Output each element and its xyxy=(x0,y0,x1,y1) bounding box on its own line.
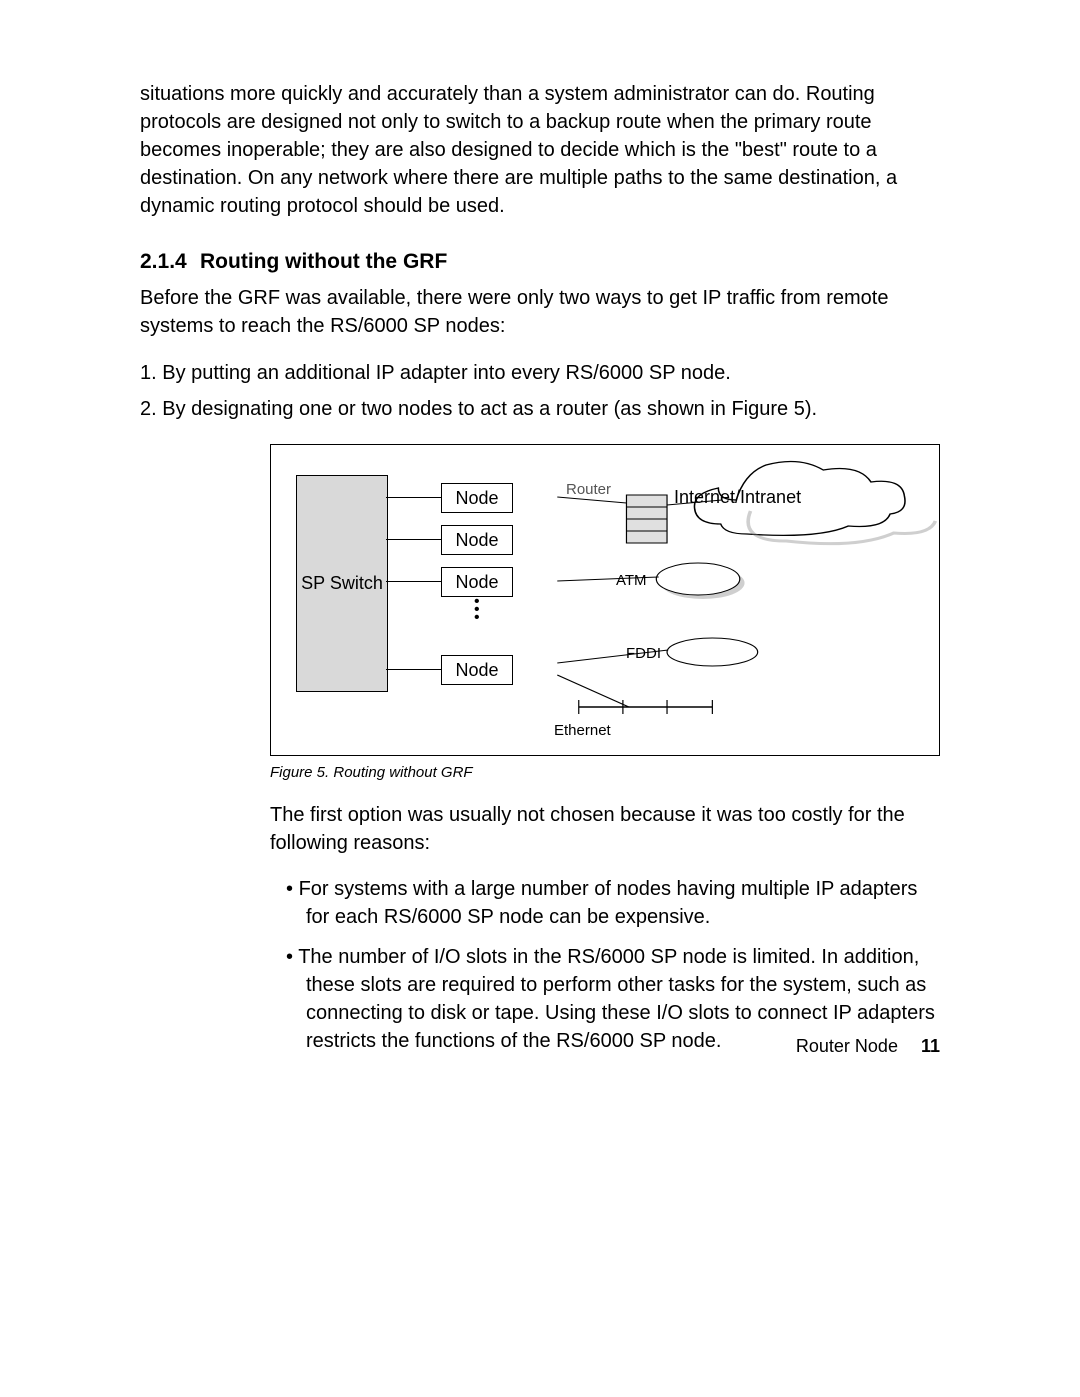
figure-caption: Figure 5. Routing without GRF xyxy=(270,764,940,781)
footer-chapter: Router Node xyxy=(796,1036,898,1056)
router-label: Router xyxy=(566,481,611,498)
figure-5: SP Switch Node Node Node Node ••• xyxy=(270,444,940,756)
list-item: 1. By putting an additional IP adapter i… xyxy=(162,358,940,388)
page-number: 11 xyxy=(921,1036,940,1056)
section-number: 2.1.4 xyxy=(140,250,200,274)
section-intro: Before the GRF was available, there were… xyxy=(140,284,940,340)
list-item: • For systems with a large number of nod… xyxy=(270,875,940,931)
fddi-label: FDDI xyxy=(626,645,661,662)
page-footer: Router Node 11 xyxy=(796,1036,940,1057)
section-heading: 2.1.4Routing without the GRF xyxy=(140,250,940,274)
list-item: 2. By designating one or two nodes to ac… xyxy=(162,394,940,424)
section-title: Routing without the GRF xyxy=(200,250,447,273)
internet-cloud-label: Internet/Intranet xyxy=(674,487,801,508)
after-figure-paragraph: The first option was usually not chosen … xyxy=(270,801,940,857)
atm-label: ATM xyxy=(616,572,647,589)
ordered-list: 1. By putting an additional IP adapter i… xyxy=(140,358,940,424)
ethernet-label: Ethernet xyxy=(554,722,611,739)
bullet-text: For systems with a large number of nodes… xyxy=(299,878,918,928)
bullet-list: • For systems with a large number of nod… xyxy=(270,875,940,1055)
intro-paragraph: situations more quickly and accurately t… xyxy=(140,80,940,220)
